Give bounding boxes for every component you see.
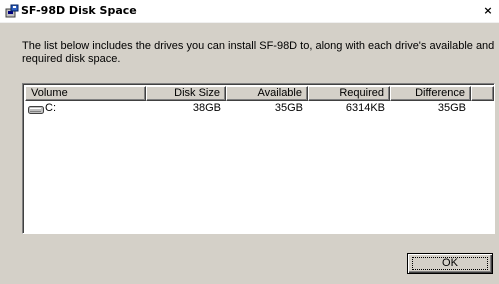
installer-icon [5, 4, 19, 18]
list-header: Volume Disk Size Available Required Diff… [25, 86, 494, 101]
hard-drive-icon [28, 104, 44, 114]
volume-label: C: [45, 102, 56, 114]
available-cell: 35GB [274, 102, 303, 114]
title-bar[interactable]: SF-98D Disk Space × [0, 0, 499, 23]
required-cell: 6314KB [345, 102, 385, 114]
window-title: SF-98D Disk Space [21, 4, 137, 17]
disk-size-cell: 38GB [192, 102, 221, 114]
table-row[interactable]: C: 38GB 35GB 6314KB 35GB [25, 101, 494, 115]
column-header-volume[interactable]: Volume [25, 86, 146, 101]
column-header-filler [471, 86, 494, 101]
difference-cell: 35GB [437, 102, 466, 114]
ok-button-label: OK [442, 257, 458, 269]
drives-list[interactable]: Volume Disk Size Available Required Diff… [22, 83, 495, 234]
ok-button[interactable]: OK [407, 253, 493, 274]
column-header-disk-size[interactable]: Disk Size [146, 86, 226, 101]
description-text: The list below includes the drives you c… [22, 40, 495, 65]
column-header-difference[interactable]: Difference [390, 86, 471, 101]
disk-space-dialog: SF-98D Disk Space × The list below inclu… [0, 0, 499, 284]
volume-cell: C: [25, 101, 146, 115]
column-header-available[interactable]: Available [226, 86, 308, 101]
column-header-required[interactable]: Required [308, 86, 390, 101]
close-button[interactable]: × [481, 4, 495, 18]
